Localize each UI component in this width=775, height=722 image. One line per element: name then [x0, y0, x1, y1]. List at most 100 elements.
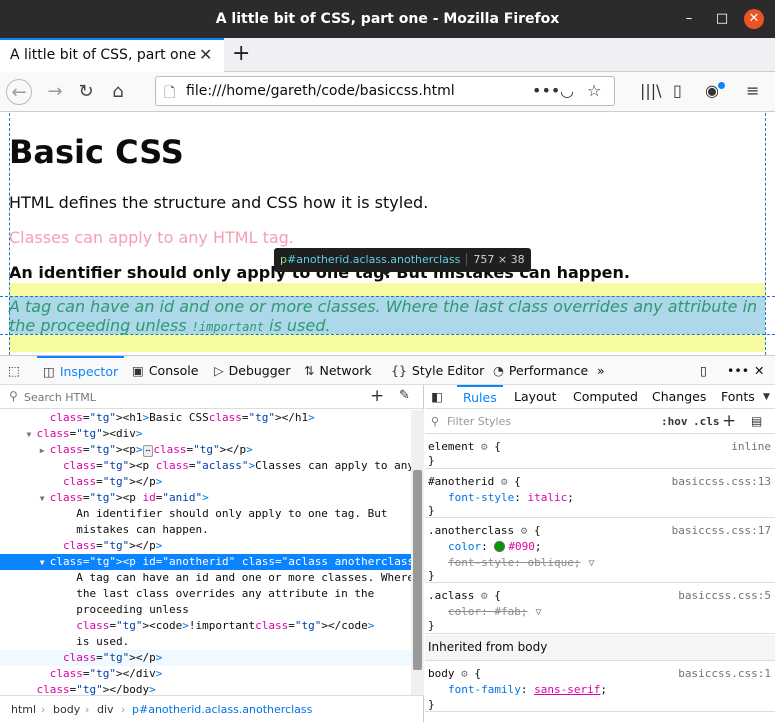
search-html-input[interactable] — [24, 389, 354, 405]
element-picker-icon[interactable]: ⬚ — [8, 356, 20, 385]
tree-node[interactable]: class="tg"></div> — [0, 666, 411, 682]
scrollbar-thumb[interactable] — [413, 470, 422, 670]
eyedropper-icon[interactable]: ✎ — [399, 388, 410, 403]
url-text[interactable]: file:///home/gareth/code/basiccss.html — [186, 83, 455, 99]
crumb-selected-p[interactable]: p#anotherid.aclass.anotherclass — [132, 696, 312, 722]
url-bar[interactable]: 🗋 file:///home/gareth/code/basiccss.html… — [155, 76, 615, 106]
crumb-div[interactable]: div — [97, 696, 114, 722]
add-rule-icon[interactable]: + — [722, 411, 736, 431]
tree-node[interactable]: ▼ class="tg"><p id="anid"> — [0, 490, 411, 506]
responsive-design-icon[interactable]: ▯ — [700, 356, 707, 385]
tree-node[interactable]: A tag can have an id and one or more cla… — [0, 570, 411, 586]
property-value[interactable]: sans-serif — [534, 683, 600, 696]
tree-node[interactable]: class="tg"></p> — [0, 538, 411, 554]
home-button[interactable]: ⌂ — [105, 79, 131, 105]
tree-node[interactable]: is used. — [0, 634, 411, 650]
tree-node[interactable]: class="tg"></body> — [0, 682, 411, 695]
tree-node[interactable]: class="tg"></p> — [0, 474, 411, 490]
declaration[interactable]: font-style: italic; — [448, 490, 574, 506]
expanded-twisty-icon[interactable]: ▼ — [27, 427, 37, 443]
collapsed-twisty-icon[interactable]: ▶ — [40, 443, 50, 459]
more-tools-icon[interactable]: » — [597, 356, 605, 385]
gear-icon[interactable]: ⚙ — [461, 667, 468, 680]
tab-debugger[interactable]: ▷ Debugger — [214, 356, 291, 385]
close-tab-icon[interactable]: ✕ — [199, 45, 212, 64]
tab-layout[interactable]: Layout — [514, 385, 557, 409]
declaration-overridden[interactable]: color: #fab; ▽ — [448, 604, 542, 621]
filter-funnel-icon[interactable]: ▽ — [588, 556, 594, 572]
print-media-icon[interactable]: ▤ — [751, 414, 762, 428]
rule-source-link[interactable]: basiccss.css:17 — [672, 523, 771, 539]
reload-button[interactable]: ↻ — [73, 79, 99, 105]
tree-node[interactable]: ▼ class="tg"><p id="anotherid" class="acl… — [0, 554, 411, 570]
browser-tab[interactable]: A little bit of CSS, part one ✕ — [0, 38, 224, 72]
property-value[interactable]: #fab — [494, 605, 521, 618]
hamburger-menu-icon[interactable]: ≡ — [746, 81, 759, 100]
rule-source-link[interactable]: basiccss.css:13 — [672, 474, 771, 490]
rule-source-link[interactable]: basiccss.css:1 — [678, 666, 771, 682]
tree-node[interactable]: class="tg"><h1>Basic CSSclass="tg"></h1> — [0, 410, 411, 426]
devtools-options-icon[interactable]: ••• — [727, 356, 749, 385]
close-devtools-icon[interactable]: ✕ — [754, 356, 764, 385]
expanded-twisty-icon[interactable]: ▼ — [40, 491, 50, 507]
gear-icon[interactable]: ⚙ — [521, 524, 528, 537]
tree-node[interactable]: mistakes can happen. — [0, 522, 411, 538]
tab-fonts[interactable]: Fonts — [721, 385, 755, 409]
tree-node[interactable]: ▼ class="tg"><div> — [0, 426, 411, 442]
add-node-icon[interactable]: + — [370, 386, 384, 406]
expanded-twisty-icon[interactable]: ▼ — [40, 555, 50, 571]
tree-node[interactable]: class="tg"></p> — [0, 650, 411, 666]
declaration[interactable]: font-family: sans-serif; — [448, 682, 607, 698]
pocket-icon[interactable]: ◡ — [560, 81, 574, 100]
tab-changes[interactable]: Changes — [652, 385, 706, 409]
cls-toggle[interactable]: .cls — [693, 415, 720, 428]
sidebar-icon[interactable]: ▯ — [673, 81, 682, 100]
maximize-button[interactable]: □ — [712, 9, 732, 29]
page-actions-icon[interactable]: ••• — [532, 81, 560, 100]
tab-network[interactable]: ⇅ Network — [304, 356, 372, 385]
tree-node[interactable]: the last class overrides any attribute i… — [0, 586, 411, 602]
tree-node[interactable]: class="tg"><p class="aclass">Classes can… — [0, 458, 411, 474]
tab-performance[interactable]: ◔ Performance — [493, 356, 588, 385]
toggle-pane-icon[interactable]: ◧ — [431, 385, 443, 409]
tree-node[interactable]: ▶ class="tg"><p> ⋯ class="tg"></p> — [0, 442, 411, 458]
property-value[interactable]: oblique — [527, 556, 573, 569]
tree-node[interactable]: An identifier should only apply to one t… — [0, 506, 411, 522]
gear-icon[interactable]: ⚙ — [481, 440, 488, 453]
tab-computed[interactable]: Computed — [573, 385, 638, 409]
tree-node[interactable]: proceeding unless — [0, 602, 411, 618]
tab-style-editor[interactable]: {} Style Editor — [391, 356, 484, 385]
tab-rules[interactable]: Rules — [457, 385, 503, 409]
property-value[interactable]: italic — [527, 491, 567, 504]
tree-node[interactable]: class="tg"><code>!importantclass="tg"></… — [0, 618, 411, 634]
filter-styles-input[interactable]: Filter Styles — [447, 415, 511, 428]
markup-scrollbar[interactable] — [411, 410, 424, 695]
tab-console[interactable]: ▣ Console — [132, 356, 198, 385]
gear-icon[interactable]: ⚙ — [501, 475, 508, 488]
declaration-overridden[interactable]: font-style: oblique; ▽ — [448, 555, 595, 572]
property-name[interactable]: font-style — [448, 491, 514, 504]
property-value[interactable]: #090 — [508, 540, 535, 553]
crumb-body[interactable]: body — [53, 696, 80, 722]
minimize-button[interactable]: – — [679, 9, 699, 29]
account-icon[interactable]: ◉ — [705, 81, 719, 100]
filter-funnel-icon[interactable]: ▽ — [536, 605, 542, 621]
color-swatch[interactable] — [494, 541, 506, 552]
property-name[interactable]: color — [448, 605, 481, 618]
gear-icon[interactable]: ⚙ — [481, 589, 488, 602]
rule-source-link[interactable]: basiccss.css:5 — [678, 588, 771, 604]
tab-inspector[interactable]: ◫ Inspector — [37, 356, 125, 385]
new-tab-button[interactable]: + — [232, 41, 250, 66]
bookmark-star-icon[interactable]: ☆ — [587, 81, 601, 100]
library-icon[interactable]: |||\ — [640, 81, 662, 100]
crumb-html[interactable]: html — [11, 696, 36, 722]
chevron-down-icon[interactable]: ▼ — [763, 385, 770, 409]
forward-button[interactable]: → — [42, 79, 68, 105]
declaration[interactable]: color: #090; — [448, 539, 542, 555]
back-button[interactable]: ← — [6, 79, 32, 105]
property-name[interactable]: font-family — [448, 683, 521, 696]
close-window-button[interactable]: ✕ — [744, 9, 764, 29]
property-name[interactable]: color — [448, 540, 481, 553]
hov-toggle[interactable]: :hov — [661, 415, 688, 428]
property-name[interactable]: font-style — [448, 556, 514, 569]
